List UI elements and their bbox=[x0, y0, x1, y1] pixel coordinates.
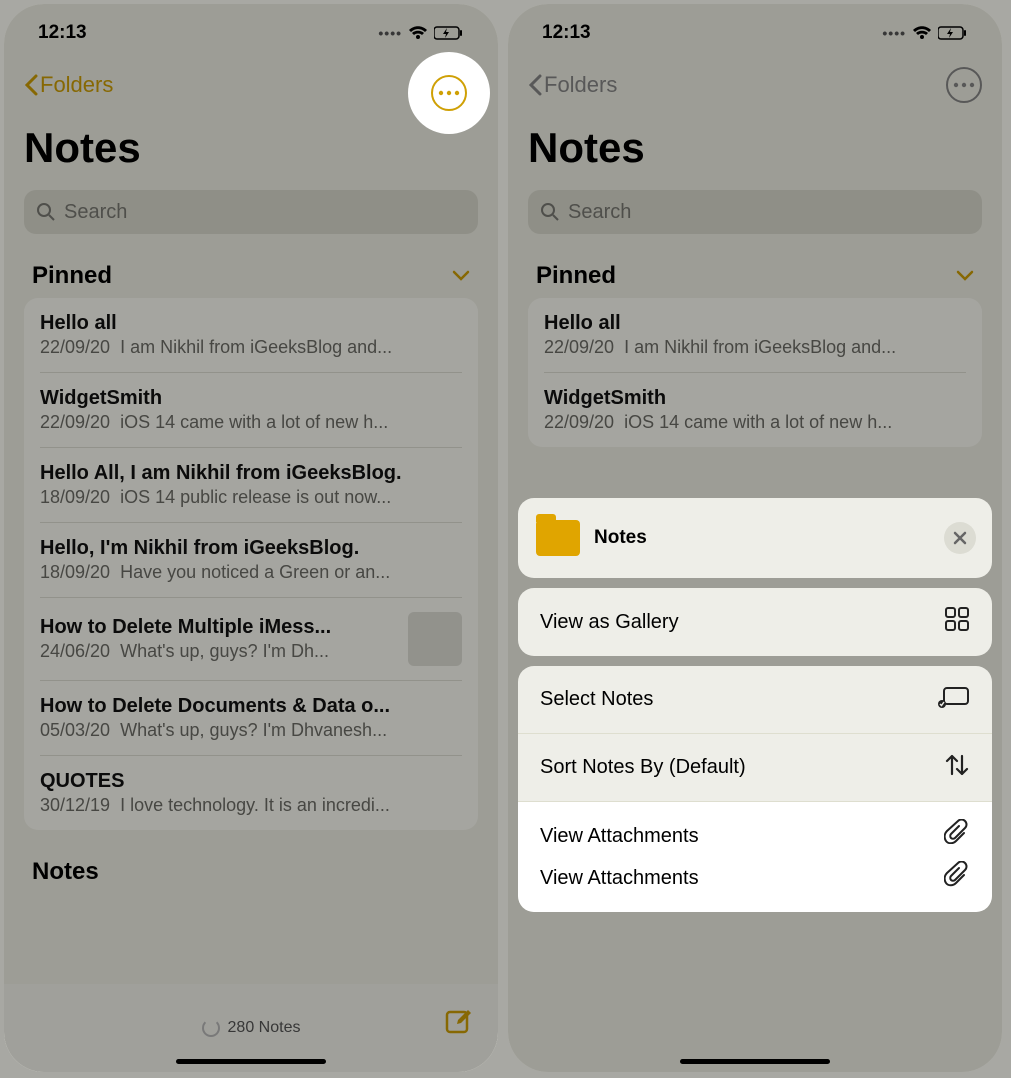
cellular-dots-icon: •••• bbox=[378, 25, 402, 41]
note-item[interactable]: How to Delete Multiple iMess... 24/06/20… bbox=[40, 598, 462, 681]
more-options-button[interactable] bbox=[431, 75, 467, 111]
select-notes-option[interactable]: Select Notes bbox=[518, 666, 992, 734]
note-item[interactable]: Hello all 22/09/20I am Nikhil from iGeek… bbox=[40, 298, 462, 373]
status-bar: 12:13 •••• bbox=[24, 4, 478, 52]
page-title: Notes bbox=[24, 124, 478, 172]
view-attachments-option[interactable]: View Attachments bbox=[518, 844, 992, 912]
note-item[interactable]: How to Delete Documents & Data o... 05/0… bbox=[40, 681, 462, 756]
ellipsis-icon bbox=[953, 82, 975, 88]
search-input[interactable]: Search bbox=[24, 190, 478, 234]
note-item[interactable]: Hello all 22/09/20I am Nikhil from iGeek… bbox=[544, 298, 966, 373]
close-sheet-button[interactable] bbox=[944, 522, 976, 554]
battery-charging-icon bbox=[434, 26, 464, 40]
sort-arrows-icon bbox=[944, 752, 970, 784]
loading-spinner-icon bbox=[202, 1019, 220, 1037]
wifi-icon bbox=[408, 25, 428, 41]
note-item[interactable]: WidgetSmith 22/09/20iOS 14 came with a l… bbox=[544, 373, 966, 447]
search-placeholder: Search bbox=[568, 201, 631, 224]
note-item[interactable]: Hello, I'm Nikhil from iGeeksBlog. 18/09… bbox=[40, 523, 462, 598]
sheet-folder-name: Notes bbox=[594, 527, 647, 549]
pinned-list: Hello all 22/09/20I am Nikhil from iGeek… bbox=[24, 298, 478, 830]
pinned-list: Hello all 22/09/20I am Nikhil from iGeek… bbox=[528, 298, 982, 447]
note-count-label: 280 Notes bbox=[228, 1019, 301, 1037]
select-icon bbox=[936, 686, 970, 714]
pinned-heading: Pinned bbox=[536, 262, 616, 290]
folder-icon bbox=[536, 520, 580, 556]
chevron-down-icon[interactable] bbox=[452, 270, 470, 282]
search-icon bbox=[540, 202, 560, 222]
note-item[interactable]: QUOTES 30/12/19I love technology. It is … bbox=[40, 756, 462, 830]
status-time: 12:13 bbox=[542, 22, 591, 44]
search-placeholder: Search bbox=[64, 201, 127, 224]
more-button-highlight bbox=[408, 52, 490, 134]
pinned-heading: Pinned bbox=[32, 262, 112, 290]
battery-charging-icon bbox=[938, 26, 968, 40]
sort-notes-option[interactable]: Sort Notes By (Default) bbox=[518, 734, 992, 802]
phone-left: 12:13 •••• Folders Notes Search bbox=[4, 4, 498, 1072]
chevron-down-icon[interactable] bbox=[956, 270, 974, 282]
wifi-icon bbox=[912, 25, 932, 41]
notes-heading: Notes bbox=[32, 858, 470, 886]
status-time: 12:13 bbox=[38, 22, 87, 44]
compose-note-button[interactable] bbox=[444, 1007, 474, 1042]
phone-right: 12:13 •••• Folders Notes Sear bbox=[508, 4, 1002, 1072]
home-indicator[interactable] bbox=[176, 1059, 326, 1064]
back-folders-link[interactable]: Folders bbox=[24, 72, 113, 98]
folder-options-sheet: Notes View as Gallery Select Notes Sort bbox=[518, 498, 992, 870]
search-icon bbox=[36, 202, 56, 222]
more-options-button[interactable] bbox=[946, 67, 982, 103]
sheet-header: Notes bbox=[518, 498, 992, 578]
close-icon bbox=[953, 531, 967, 545]
search-input[interactable]: Search bbox=[528, 190, 982, 234]
back-folders-link[interactable]: Folders bbox=[528, 72, 617, 98]
status-bar: 12:13 •••• bbox=[528, 4, 982, 52]
back-label: Folders bbox=[40, 72, 113, 98]
page-title: Notes bbox=[528, 124, 982, 172]
cellular-dots-icon: •••• bbox=[882, 25, 906, 41]
back-label: Folders bbox=[544, 72, 617, 98]
ellipsis-icon bbox=[438, 90, 460, 96]
grid-icon bbox=[944, 606, 970, 638]
view-as-gallery-option[interactable]: View as Gallery bbox=[518, 588, 992, 656]
note-item[interactable]: WidgetSmith 22/09/20iOS 14 came with a l… bbox=[40, 373, 462, 448]
chevron-left-icon bbox=[24, 74, 38, 96]
home-indicator[interactable] bbox=[680, 1059, 830, 1064]
note-thumbnail-icon bbox=[408, 612, 462, 666]
note-item[interactable]: Hello All, I am Nikhil from iGeeksBlog. … bbox=[40, 448, 462, 523]
paperclip-icon bbox=[944, 861, 970, 895]
chevron-left-icon bbox=[528, 74, 542, 96]
